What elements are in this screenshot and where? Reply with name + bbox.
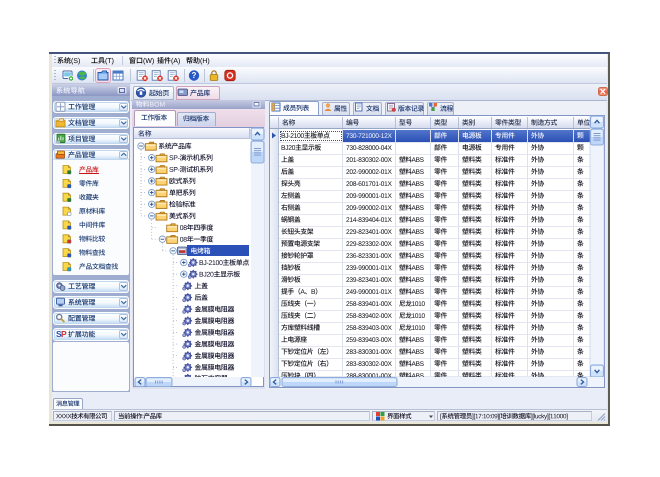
svg-text:P: P: [61, 329, 67, 339]
svg-text:?: ?: [192, 71, 197, 80]
